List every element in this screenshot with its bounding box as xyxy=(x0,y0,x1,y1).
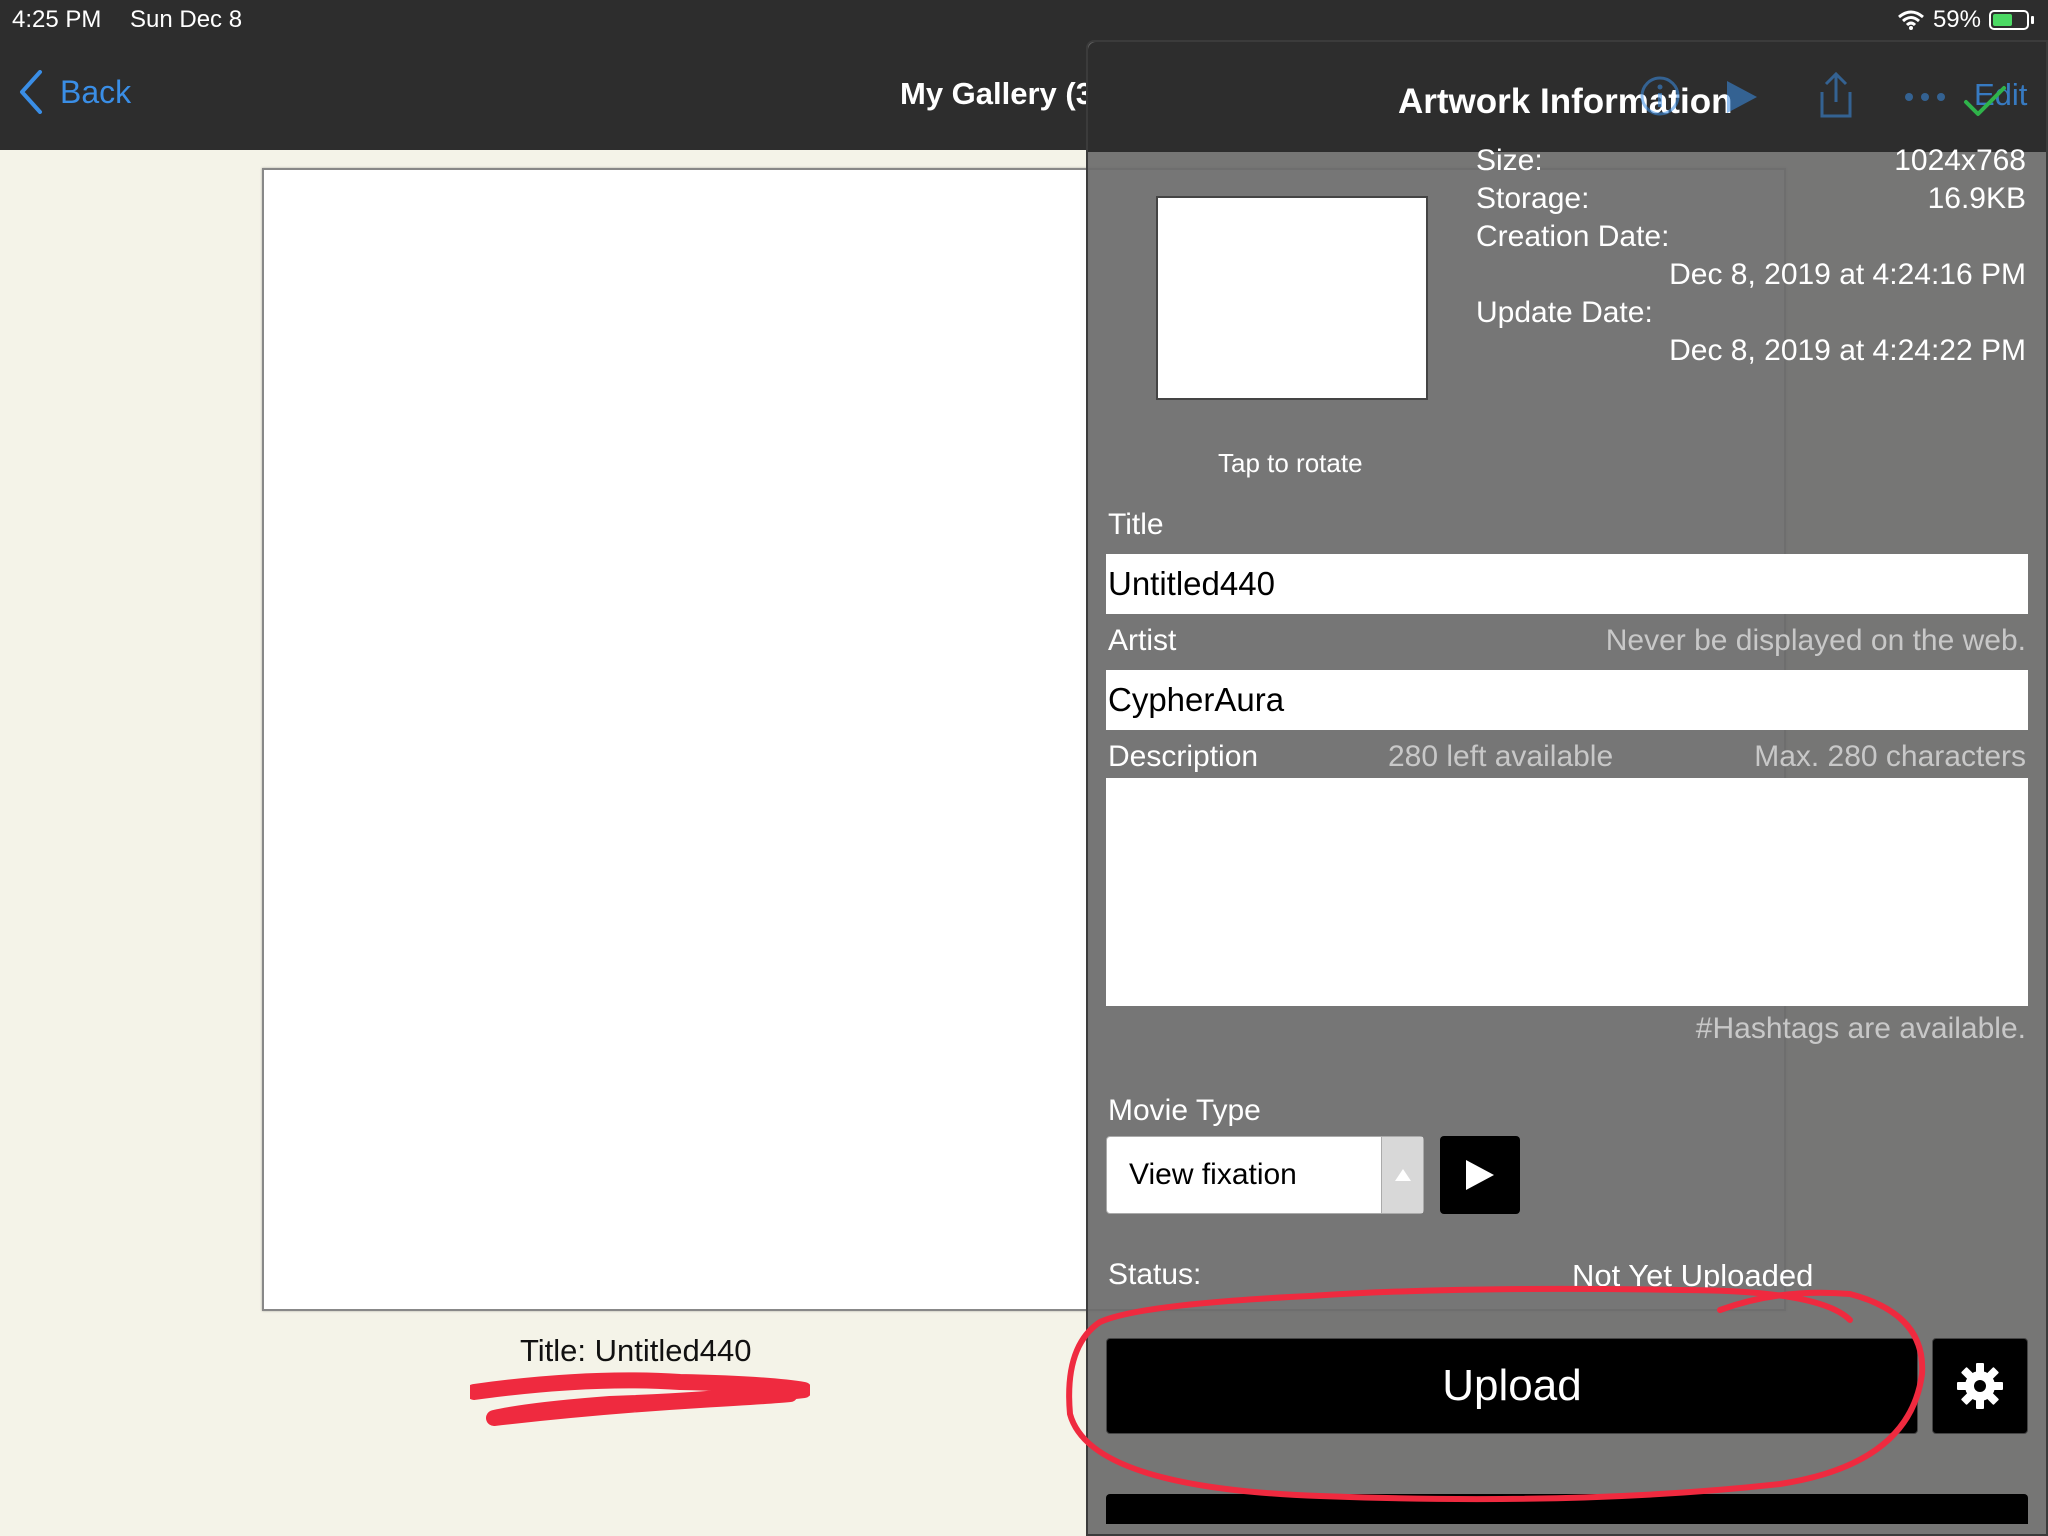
update-date-label: Update Date: xyxy=(1476,296,1653,329)
description-input[interactable] xyxy=(1106,778,2028,1006)
title-input[interactable] xyxy=(1106,554,2028,614)
upload-settings-button[interactable] xyxy=(1932,1338,2028,1434)
share-icon[interactable] xyxy=(1816,70,1856,120)
status-right: 59% xyxy=(1897,6,2034,34)
movie-play-button[interactable] xyxy=(1440,1136,1520,1214)
artist-hint: Never be displayed on the web. xyxy=(1605,624,2026,657)
status-date: Sun Dec 8 xyxy=(130,6,243,33)
redaction-scribble xyxy=(470,1372,810,1426)
panel-title: Artwork Information xyxy=(1398,82,1733,121)
battery-percent: 59% xyxy=(1932,6,1981,33)
description-label: Description xyxy=(1108,740,1259,773)
info-icon[interactable] xyxy=(1638,74,1682,118)
select-arrow-icon xyxy=(1381,1137,1423,1213)
status-bar: 4:25 PM Sun Dec 8 59% xyxy=(0,0,2048,40)
creation-date-label: Creation Date: xyxy=(1476,220,1670,253)
wifi-icon xyxy=(1897,10,1924,30)
size-value: 1024x768 xyxy=(1894,144,2026,177)
hashtag-hint: #Hashtags are available. xyxy=(1695,1012,2026,1045)
storage-value: 16.9KB xyxy=(1927,182,2026,215)
checkmark-icon[interactable] xyxy=(1962,84,2008,120)
chevron-left-icon xyxy=(20,70,42,114)
description-max: Max. 280 characters xyxy=(1754,740,2026,773)
movie-type-select[interactable]: View fixation xyxy=(1106,1136,1424,1214)
artist-input[interactable] xyxy=(1106,670,2028,730)
status-time: 4:25 PM xyxy=(12,6,102,33)
more-icon[interactable] xyxy=(1904,92,1946,102)
description-remaining: 280 left available xyxy=(1388,740,1614,773)
artwork-caption: Title: Untitled440 xyxy=(520,1333,752,1368)
panel-header: Artwork Information Edit xyxy=(1088,42,2046,152)
movie-type-label: Movie Type xyxy=(1108,1094,1261,1127)
play-icon[interactable] xyxy=(1724,78,1760,116)
play-triangle-icon xyxy=(1466,1160,1494,1190)
artist-label: Artist xyxy=(1108,624,1177,657)
creation-date-value: Dec 8, 2019 at 4:24:16 PM xyxy=(1669,258,2026,291)
artwork-thumbnail[interactable] xyxy=(1156,196,1428,400)
battery-tip xyxy=(2031,16,2034,24)
back-button[interactable]: Back xyxy=(18,70,131,114)
size-label: Size: xyxy=(1476,144,1543,177)
battery-icon xyxy=(1989,10,2029,30)
movie-type-value: View fixation xyxy=(1129,1158,1297,1191)
storage-label: Storage: xyxy=(1476,182,1590,215)
back-label: Back xyxy=(60,73,132,110)
annotation-ellipse xyxy=(1066,1285,1926,1503)
battery-fill xyxy=(1993,14,2012,26)
tap-to-rotate-label: Tap to rotate xyxy=(1218,448,1363,478)
title-label: Title xyxy=(1108,508,1164,541)
gear-icon xyxy=(1957,1363,2003,1409)
update-date-value: Dec 8, 2019 at 4:24:22 PM xyxy=(1669,334,2026,367)
